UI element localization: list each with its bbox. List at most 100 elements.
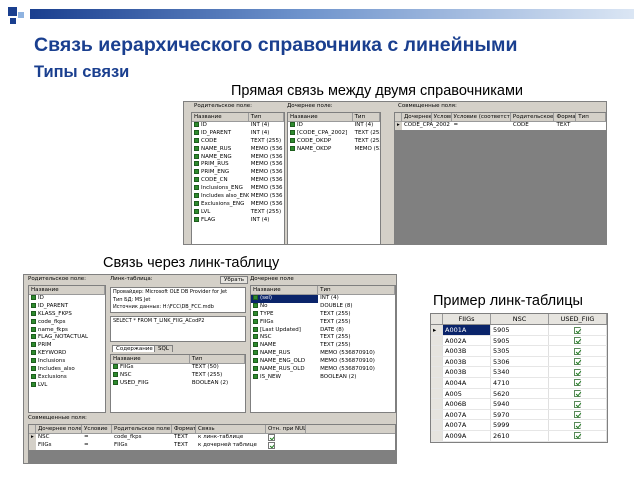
field-row[interactable]: CODE_OKDPTEXT (255) xyxy=(288,137,380,146)
field-row[interactable]: ID INT (4) xyxy=(288,122,380,130)
field-row[interactable]: NAME TEXT (255) xyxy=(251,342,395,350)
tab-content[interactable]: Содержание xyxy=(112,345,157,352)
used-fiig-checkbox[interactable] xyxy=(574,368,581,376)
tab-sql[interactable]: SQL xyxy=(154,345,173,352)
field-row[interactable]: (sel) INT (4) xyxy=(251,295,395,303)
link-linked-row[interactable]: FIIGs = FIIGs TEXT к дочерней таблице xyxy=(29,441,395,450)
field-icon xyxy=(194,193,199,199)
direct-linked-row[interactable]: ▸ CODE_CPA_2002 = CODE TEXT xyxy=(395,122,606,130)
field-row[interactable]: FIIGs TEXT (50) xyxy=(111,364,245,372)
field-row[interactable]: FIIGs TEXT (255) xyxy=(251,318,395,327)
field-row[interactable]: TYPE TEXT (255) xyxy=(251,310,395,319)
remove-button[interactable]: Убрать xyxy=(220,276,249,284)
field-row[interactable]: ID_PARENT xyxy=(29,302,105,311)
used-fiig-checkbox[interactable] xyxy=(574,400,581,408)
field-icon xyxy=(290,129,295,135)
field-icon xyxy=(113,379,118,385)
example-table-row[interactable]: A009A 2610 xyxy=(431,430,607,442)
field-row[interactable]: KLASS_FKPS xyxy=(29,310,105,319)
used-fiig-checkbox[interactable] xyxy=(574,326,581,334)
field-row[interactable]: CODE_CN MEMO (536 xyxy=(192,177,284,185)
example-table-row[interactable]: A007A 5999 xyxy=(431,420,607,431)
field-row[interactable]: IS_NEW BOOLEAN (2) xyxy=(251,373,395,382)
field-row[interactable]: LVL xyxy=(29,381,105,390)
field-row[interactable]: NAME_RUS MEMO (536870910) xyxy=(251,350,395,358)
field-row[interactable]: CODE TEXT (255) xyxy=(192,137,284,146)
used-fiig-checkbox[interactable] xyxy=(574,379,581,387)
col-format: Формат xyxy=(556,113,577,121)
direct-child-label: Дочернее поле: xyxy=(287,103,333,109)
field-row[interactable]: FLAG_NOTACTUAL xyxy=(29,334,105,342)
field-row[interactable]: Includes also_ENG MEMO (536 xyxy=(192,193,284,201)
field-row[interactable]: PRIM xyxy=(29,342,105,350)
used-fiig-checkbox[interactable] xyxy=(574,432,581,440)
field-row[interactable]: PRIM_ENG MEMO (536 xyxy=(192,169,284,177)
col-name: Название xyxy=(192,113,249,121)
field-row[interactable]: NAME_RUS MEMO (536 xyxy=(192,145,284,154)
example-table-row[interactable]: A006B 5940 xyxy=(431,399,607,410)
used-fiig-checkbox[interactable] xyxy=(574,421,581,429)
sql-editor[interactable]: SELECT * FROM T_LINK_FIIG_ACodP2 xyxy=(110,316,246,342)
used-fiig-checkbox[interactable] xyxy=(574,347,581,355)
link-linked-grid[interactable]: Дочернее поле Условие Родительское поле … xyxy=(28,424,396,463)
direct-linked-header: Дочернее поле Условие Условие (соответст… xyxy=(395,113,606,122)
field-row[interactable]: FLAG INT (4) xyxy=(192,216,284,225)
null-checkbox[interactable] xyxy=(268,434,275,441)
example-table-row[interactable]: A003B 5305 xyxy=(431,346,607,357)
field-row[interactable]: code_fkps xyxy=(29,318,105,327)
field-row[interactable]: name_fkps xyxy=(29,326,105,335)
field-row[interactable]: Exclusions xyxy=(29,373,105,382)
direct-linked-grid[interactable]: Дочернее поле Условие Условие (соответст… xyxy=(394,112,606,244)
example-table-row[interactable]: A003B 5340 xyxy=(431,367,607,378)
col-type: Тип xyxy=(249,113,284,121)
field-row[interactable]: Inclusions xyxy=(29,358,105,366)
link-child-list[interactable]: Название Тип (sel) INT (4) No DOUBLE (8) TYP… xyxy=(250,285,396,413)
used-fiig-checkbox[interactable] xyxy=(574,411,581,419)
col-used-fiig: USED_FIIG xyxy=(549,314,607,324)
field-row[interactable]: Includes_also xyxy=(29,366,105,374)
field-icon xyxy=(194,216,199,222)
example-table-row[interactable]: ▸ A001A 5905 xyxy=(431,325,607,336)
field-row[interactable]: KEYWORD xyxy=(29,350,105,358)
field-icon xyxy=(194,129,199,135)
example-table-row[interactable]: A007A 5970 xyxy=(431,409,607,421)
example-table-row[interactable]: A002A 5905 xyxy=(431,335,607,347)
field-row[interactable]: NAME_OKDPMEMO (536 xyxy=(288,145,380,154)
used-fiig-checkbox[interactable] xyxy=(574,337,581,345)
col-parent-field: Родительское поле xyxy=(512,113,555,121)
field-row[interactable]: [Last Updated] DATE (8) xyxy=(251,326,395,335)
field-row[interactable]: NAME_ENG MEMO (536 xyxy=(192,153,284,162)
field-row[interactable]: ID_PARENT INT (4) xyxy=(192,129,284,138)
link-linked-row[interactable]: ▸ NSC = code_fkps TEXT к линк-таблице xyxy=(29,434,395,442)
used-fiig-checkbox[interactable] xyxy=(574,390,581,398)
field-icon xyxy=(31,358,36,364)
field-row[interactable]: ID xyxy=(29,295,105,303)
field-row[interactable]: NAME_RUS_OLD MEMO (536870910) xyxy=(251,366,395,374)
example-table-row[interactable]: A003B 5306 xyxy=(431,356,607,368)
direct-child-header: Название Тип xyxy=(288,113,380,122)
link-table-fields[interactable]: Название Тип FIIGs TEXT (50) NSC TEXT (255)… xyxy=(110,354,246,413)
field-icon xyxy=(31,334,36,340)
field-icon xyxy=(31,350,36,356)
field-row[interactable]: Inclusions_ENG MEMO (536 xyxy=(192,185,284,193)
field-row[interactable]: ID INT (4) xyxy=(192,122,284,130)
field-row[interactable]: LVL TEXT (255) xyxy=(192,208,284,217)
example-table-row[interactable]: A004A 4710 xyxy=(431,377,607,389)
null-checkbox[interactable] xyxy=(268,441,275,449)
direct-child-list[interactable]: Название Тип ID INT (4) [CODE_CPA_2002] TEX… xyxy=(287,112,381,244)
field-row[interactable]: [CODE_CPA_2002]TEXT (255) xyxy=(288,129,380,138)
used-fiig-checkbox[interactable] xyxy=(574,358,581,366)
field-row[interactable]: NAME_ENG_OLD MEMO (536870910) xyxy=(251,358,395,366)
field-row[interactable]: Exclusions_ENG MEMO (536 xyxy=(192,200,284,209)
field-icon xyxy=(290,137,295,143)
link-parent-list[interactable]: Название ID ID_PARENT KLASS_FKPS code_fkps n… xyxy=(28,285,106,413)
col-fiigs: FIIGs xyxy=(443,314,491,324)
field-row[interactable]: NSC TEXT (255) xyxy=(251,334,395,342)
field-row[interactable]: No DOUBLE (8) xyxy=(251,302,395,311)
field-row[interactable]: USED_FIIG BOOLEAN (2) xyxy=(111,379,245,388)
field-row[interactable]: PRIM_RUS MEMO (536 xyxy=(192,161,284,169)
direct-parent-list[interactable]: Название Тип ID INT (4) ID_PARENT INT (4) CO… xyxy=(191,112,285,244)
field-row[interactable]: NSC TEXT (255) xyxy=(111,371,245,380)
field-icon xyxy=(253,342,258,348)
example-table-row[interactable]: A005 5620 xyxy=(431,388,607,400)
